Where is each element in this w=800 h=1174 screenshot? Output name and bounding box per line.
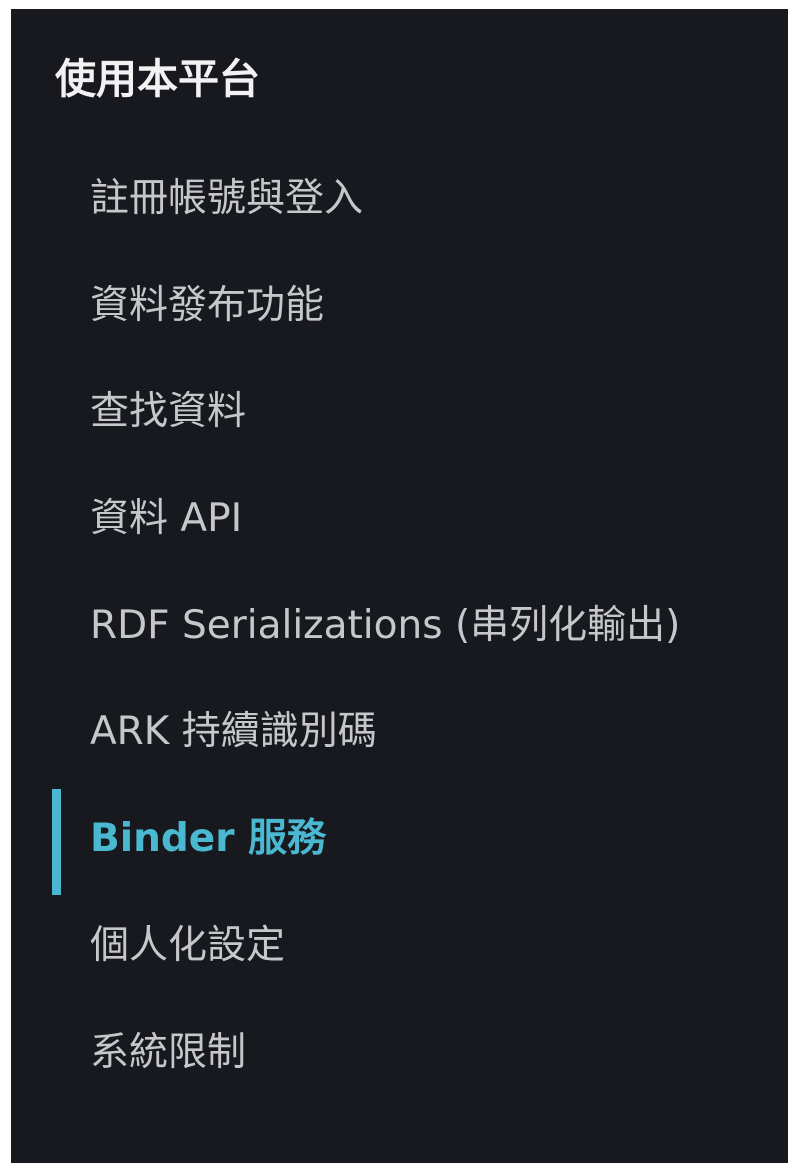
nav-item-label: ARK 持續識別碼 [90, 709, 377, 755]
sidebar-nav-panel: 使用本平台 註冊帳號與登入 資料發布功能 查找資料 資料 API RDF Ser… [11, 9, 788, 1163]
nav-item-rdf-serializations[interactable]: RDF Serializations (串列化輸出) [11, 576, 788, 683]
nav-item-data-api[interactable]: 資料 API [11, 469, 788, 576]
nav-item-label: 註冊帳號與登入 [90, 176, 364, 221]
nav-item-label: 系統限制 [90, 1029, 247, 1075]
nav-item-label: 個人化設定 [90, 922, 286, 968]
sidebar-nav-list: 註冊帳號與登入 資料發布功能 查找資料 資料 API RDF Serializa… [11, 149, 788, 1109]
section-title: 使用本平台 [55, 55, 260, 103]
nav-item-register-login[interactable]: 註冊帳號與登入 [11, 149, 788, 256]
nav-item-system-limits[interactable]: 系統限制 [11, 1003, 788, 1110]
nav-item-label: 資料 API [90, 496, 243, 542]
nav-item-find-data[interactable]: 查找資料 [11, 362, 788, 469]
active-indicator [52, 789, 61, 896]
nav-item-data-publishing[interactable]: 資料發布功能 [11, 256, 788, 363]
nav-item-label: 查找資料 [90, 389, 247, 435]
nav-item-personalization[interactable]: 個人化設定 [11, 896, 788, 1003]
nav-item-ark-identifier[interactable]: ARK 持續識別碼 [11, 682, 788, 789]
nav-item-label: 資料發布功能 [90, 282, 325, 328]
nav-item-label: RDF Serializations (串列化輸出) [90, 602, 681, 648]
nav-item-label: Binder 服務 [90, 816, 327, 862]
nav-item-binder-service[interactable]: Binder 服務 [11, 789, 788, 896]
